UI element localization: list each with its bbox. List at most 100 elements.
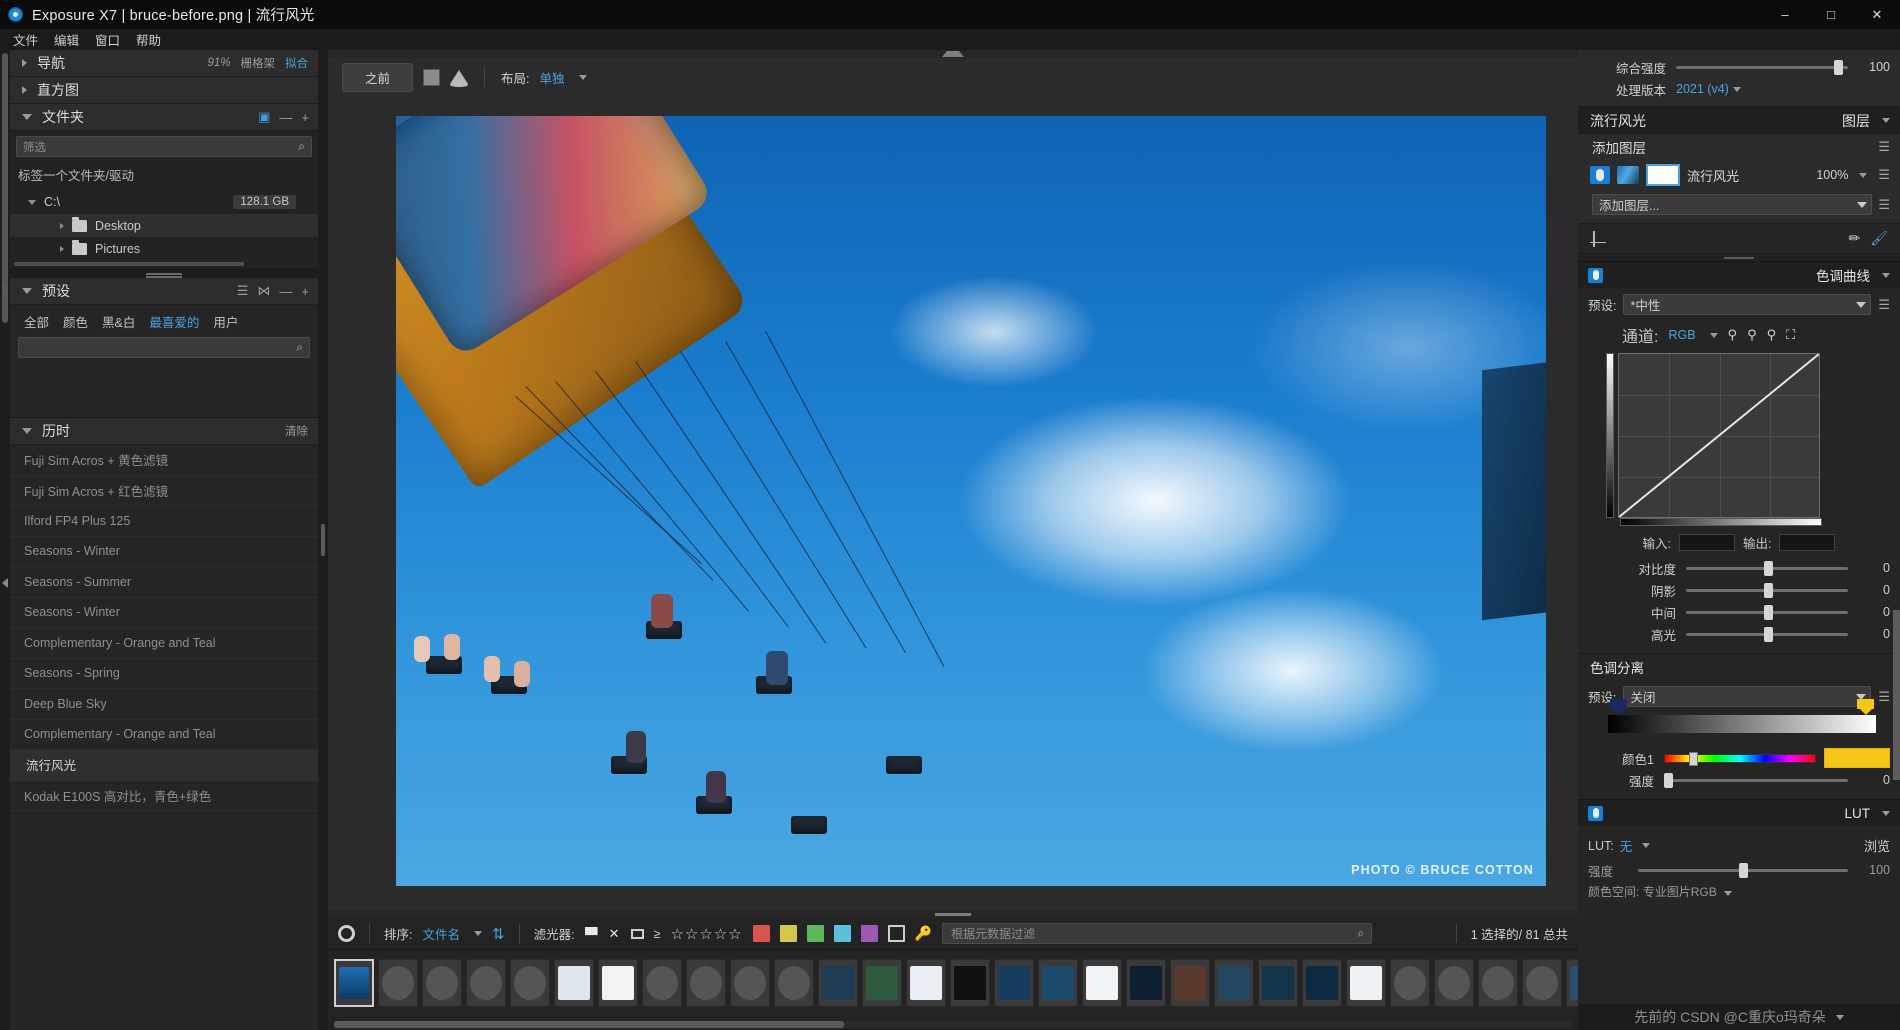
lut-value[interactable]: 无 — [1620, 836, 1633, 855]
color-chip-yellow[interactable] — [779, 925, 797, 942]
layer-list-menu-icon[interactable]: ☰ — [1878, 197, 1890, 213]
flag-picked-icon[interactable] — [584, 926, 598, 936]
list-item[interactable]: Fuji Sim Acros + 红色滤镜 — [10, 476, 318, 506]
thumbnail[interactable] — [818, 958, 858, 1007]
list-item[interactable]: Seasons - Winter — [10, 598, 318, 628]
split-tone-preset-select[interactable]: 关闭 — [1623, 686, 1872, 707]
thumbnail[interactable] — [774, 958, 814, 1007]
left-panel-splitter[interactable] — [318, 50, 328, 1030]
thumbnail[interactable] — [598, 958, 638, 1007]
list-item[interactable]: Complementary - Orange and Teal — [10, 720, 318, 750]
color-chip-none[interactable] — [887, 925, 905, 942]
color1-swatch[interactable] — [1824, 748, 1890, 768]
overall-strength-slider[interactable] — [1676, 59, 1848, 75]
viewer-bottom-handle[interactable] — [328, 910, 1578, 918]
color-chip-purple[interactable] — [860, 925, 878, 942]
collapse-all-icon[interactable]: ⋈ — [257, 283, 270, 299]
thumbnail[interactable] — [554, 958, 594, 1007]
thumbnail[interactable] — [686, 958, 726, 1007]
list-item-selected[interactable]: 流行风光 — [10, 750, 318, 781]
layer-options-icon[interactable]: ☰ — [1878, 167, 1890, 183]
list-item[interactable]: Complementary - Orange and Teal — [10, 628, 318, 659]
split-tone-gradient[interactable] — [1608, 699, 1876, 733]
highlight-tone-marker[interactable] — [1857, 699, 1874, 713]
folder-item-pictures[interactable]: Pictures — [10, 237, 318, 260]
crop-icon[interactable] — [1590, 230, 1606, 247]
menu-edit[interactable]: 编辑 — [47, 28, 86, 51]
gear-icon[interactable] — [338, 925, 355, 942]
color-chip-green[interactable] — [806, 925, 824, 942]
thumbnail[interactable] — [994, 958, 1034, 1007]
panel-resize-grip[interactable] — [10, 269, 318, 278]
left-panel-scrollbar-thumb[interactable] — [2, 53, 8, 323]
section-histogram[interactable]: 直方图 — [10, 77, 318, 104]
thumbnail[interactable] — [1082, 958, 1122, 1007]
thumbnail-selected[interactable] — [334, 958, 374, 1007]
add-layer-select[interactable]: 添加图层... — [1592, 194, 1873, 215]
navigator-grid-option[interactable]: 栅格架 — [241, 55, 276, 71]
section-folders[interactable]: 文件夹 ▣ — + — [10, 104, 318, 131]
thumbnail[interactable] — [1390, 958, 1430, 1007]
list-item[interactable]: Seasons - Winter — [10, 537, 318, 567]
process-version-value[interactable]: 2021 (v4) — [1676, 82, 1729, 96]
eyedropper-black-icon[interactable]: ⚲ — [1728, 327, 1738, 343]
brush-icon[interactable]: 🖌 — [1870, 230, 1888, 247]
chevron-down-icon[interactable] — [1724, 891, 1733, 896]
thumbnail-strip[interactable] — [328, 950, 1650, 1010]
lut-browse-button[interactable]: 浏览 — [1864, 836, 1890, 855]
chevron-down-icon[interactable] — [1882, 272, 1890, 278]
rating-stars[interactable]: ☆☆☆☆☆ — [670, 925, 742, 943]
thumbnail[interactable] — [906, 958, 946, 1007]
section-presets[interactable]: 预设 ☰ ⋈ — + — [10, 278, 318, 305]
layer-visibility-icon[interactable] — [1590, 166, 1610, 184]
minus-icon[interactable]: — — [279, 284, 292, 299]
section-history[interactable]: 历时 清除 — [10, 418, 318, 445]
chevron-down-icon[interactable] — [578, 74, 587, 80]
thumbnail[interactable] — [862, 958, 902, 1007]
thumbnail[interactable] — [510, 958, 550, 1007]
chevron-down-icon[interactable] — [1835, 1014, 1844, 1020]
menu-file[interactable]: 文件 — [6, 28, 45, 51]
navigator-fit-option[interactable]: 拟合 — [285, 55, 308, 71]
preset-tab-all[interactable]: 全部 — [24, 312, 49, 331]
chevron-down-icon[interactable] — [28, 199, 36, 208]
preset-tab-bw[interactable]: 黑&白 — [102, 312, 135, 331]
history-clear-button[interactable]: 清除 — [285, 423, 308, 439]
shadows-slider[interactable] — [1686, 582, 1848, 598]
add-folder-icon[interactable]: ▣ — [258, 109, 270, 125]
layer-mask-thumbnail[interactable] — [1646, 164, 1680, 186]
menu-help[interactable]: 帮助 — [129, 28, 168, 51]
list-item[interactable]: Seasons - Spring — [10, 659, 318, 689]
lut-strength-slider[interactable] — [1638, 862, 1848, 878]
pencil-icon[interactable]: ✏ — [1848, 230, 1860, 247]
thumbnail[interactable] — [1258, 958, 1298, 1007]
color-chip-blue[interactable] — [833, 925, 851, 942]
output-field[interactable] — [1779, 534, 1836, 551]
split-strength-slider[interactable] — [1664, 772, 1848, 788]
tone-curve-graph[interactable] — [1618, 353, 1820, 518]
shadow-tone-marker[interactable] — [1610, 699, 1627, 713]
chevron-down-icon[interactable] — [1882, 118, 1890, 123]
preset-tab-favorites[interactable]: 最喜爱的 — [149, 312, 199, 331]
eyedropper-gray-icon[interactable]: ⚲ — [1747, 327, 1757, 343]
plus-icon[interactable]: + — [301, 284, 309, 299]
filmstrip-scrollbar[interactable] — [334, 1021, 1572, 1028]
menu-window[interactable]: 窗口 — [88, 28, 127, 51]
chevron-down-icon[interactable] — [1709, 332, 1718, 338]
list-view-icon[interactable]: ☰ — [237, 283, 249, 299]
chevron-down-icon[interactable] — [1642, 843, 1651, 848]
layer-item[interactable]: 流行风光 100% ☰ — [1578, 160, 1900, 190]
thumbnail[interactable] — [1434, 958, 1474, 1007]
thumbnail[interactable] — [378, 958, 418, 1007]
list-item[interactable]: Seasons - Summer — [10, 567, 318, 598]
module-header-lut[interactable]: LUT — [1578, 799, 1900, 826]
module-header-tone-curve[interactable]: 色调曲线 — [1578, 261, 1900, 288]
flag-rejected-icon[interactable]: ✕ — [608, 926, 621, 941]
chevron-down-icon[interactable] — [1882, 810, 1890, 816]
folder-item-desktop[interactable]: Desktop — [10, 214, 318, 237]
thumbnail[interactable] — [1170, 958, 1210, 1007]
thumbnail[interactable] — [950, 958, 990, 1007]
thumbnail[interactable] — [1302, 958, 1342, 1007]
list-item[interactable]: Ilford FP4 Plus 125 — [10, 506, 318, 537]
thumbnail[interactable] — [1126, 958, 1166, 1007]
